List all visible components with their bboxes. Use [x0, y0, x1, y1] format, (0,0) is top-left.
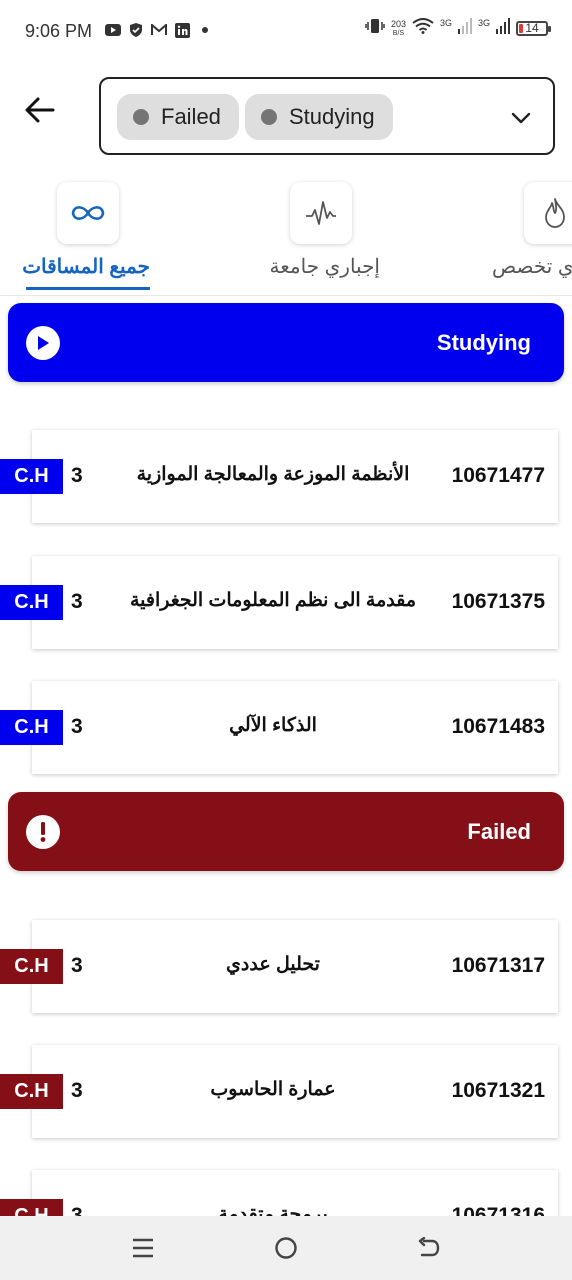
wifi-icon	[412, 18, 434, 39]
status-time: 9:06 PM	[25, 21, 93, 41]
net-speed: 203 B/S	[390, 18, 406, 37]
tab-label: جميع المساقات	[22, 256, 150, 278]
shield-icon	[128, 22, 144, 38]
course-card[interactable]: C.H 3 تحليل عددي 10671317	[0, 920, 558, 1013]
course-code: 10671317	[451, 954, 545, 977]
chip-label: Failed	[161, 104, 221, 129]
exclamation-icon	[26, 814, 60, 849]
course-name: مقدمة الى نظم المعلومات الجغرافية	[129, 590, 417, 611]
back-button[interactable]	[20, 90, 60, 130]
course-hours: 3	[71, 1079, 83, 1102]
course-name: الأنظمة الموزعة والمعالجة الموازية	[136, 464, 410, 485]
credit-hours-badge: C.H	[0, 949, 63, 984]
course-hours: 3	[71, 954, 83, 977]
status-filter-select[interactable]: Failed Studying	[99, 77, 555, 155]
filter-chip-failed[interactable]: Failed	[117, 94, 239, 140]
network-type-2: 3G	[477, 17, 490, 28]
course-category-tabs: جميع المساقات إجباري جامعة إجباري تخصص	[0, 170, 572, 296]
section-title: Studying	[436, 329, 531, 355]
course-card[interactable]: C.H 3 مقدمة الى نظم المعلومات الجغرافية …	[0, 556, 558, 649]
flame-icon	[524, 182, 572, 244]
system-nav-bar	[0, 1216, 572, 1280]
arrow-left-icon	[25, 97, 55, 123]
section-header-failed[interactable]: Failed	[8, 792, 564, 871]
course-code: 10671375	[451, 590, 545, 613]
home-icon[interactable]	[270, 1232, 302, 1264]
course-code: 10671321	[451, 1079, 545, 1102]
chip-dot-icon	[261, 109, 277, 125]
credit-hours-badge: C.H	[0, 585, 63, 620]
battery-indicator: 14	[516, 21, 551, 36]
credit-hours-badge: C.H	[0, 710, 63, 745]
dot-icon	[197, 22, 213, 38]
course-name: الذكاء الآلي	[229, 715, 317, 736]
status-bar: 9:06 PM 203 B/S 3G 3G 14	[0, 0, 572, 62]
course-code: 10671477	[451, 464, 545, 487]
menu-icon[interactable]	[127, 1232, 159, 1264]
play-icon	[26, 325, 60, 360]
course-hours: 3	[71, 590, 83, 613]
pulse-icon	[290, 182, 352, 244]
course-hours: 3	[71, 464, 83, 487]
signal-icon-1	[457, 18, 472, 39]
section-title: Failed	[467, 818, 531, 844]
course-card[interactable]: C.H 3 الذكاء الآلي 10671483	[0, 681, 558, 774]
course-hours: 3	[71, 715, 83, 738]
gmail-icon	[151, 22, 167, 38]
active-tab-indicator	[26, 287, 150, 290]
tab-all-courses[interactable]: جميع المساقات	[22, 170, 150, 295]
credit-hours-badge: C.H	[0, 459, 63, 494]
tab-specialization-required[interactable]: إجباري تخصص	[492, 170, 572, 295]
signal-icon-2	[496, 18, 510, 39]
tab-university-required[interactable]: إجباري جامعة	[264, 170, 380, 295]
course-card[interactable]: C.H 3 الأنظمة الموزعة والمعالجة الموازية…	[0, 430, 558, 523]
course-code: 10671483	[451, 715, 545, 738]
filter-chip-studying[interactable]: Studying	[245, 94, 393, 140]
course-name: عمارة الحاسوب	[210, 1079, 336, 1100]
system-indicators: 203 B/S 3G 3G 14	[365, 17, 551, 39]
youtube-icon	[105, 22, 121, 38]
tab-label: إجباري تخصص	[492, 256, 572, 278]
tab-label: إجباري جامعة	[269, 256, 380, 278]
back-icon[interactable]	[413, 1232, 445, 1264]
chevron-down-icon[interactable]	[509, 105, 533, 129]
course-card[interactable]: C.H 3 عمارة الحاسوب 10671321	[0, 1045, 558, 1138]
course-name: تحليل عددي	[226, 954, 320, 975]
notification-icons	[105, 22, 213, 38]
vibrate-icon	[365, 18, 385, 39]
linkedin-icon	[174, 22, 190, 38]
infinity-icon	[57, 182, 119, 244]
battery-level: 14	[525, 21, 539, 35]
chip-label: Studying	[289, 104, 375, 129]
network-type-1: 3G	[439, 17, 452, 28]
credit-hours-badge: C.H	[0, 1074, 63, 1109]
section-header-studying[interactable]: Studying	[8, 303, 564, 382]
chip-dot-icon	[133, 109, 149, 125]
